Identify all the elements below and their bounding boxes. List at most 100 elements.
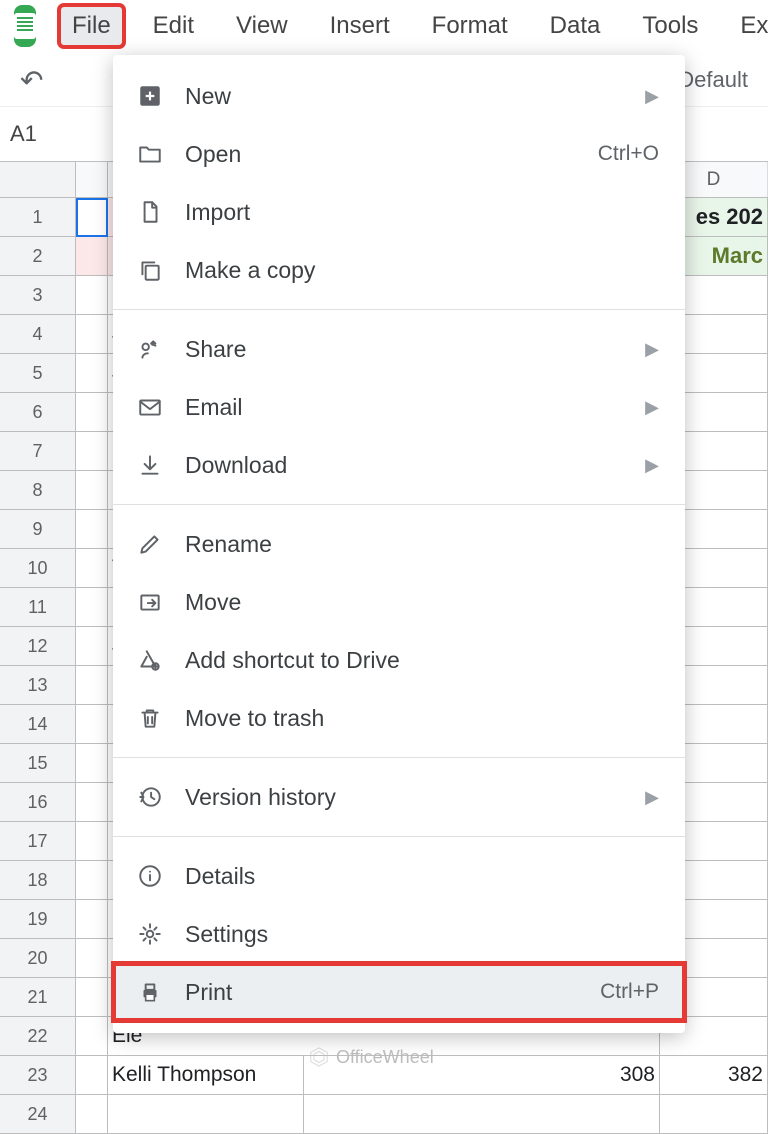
row-header[interactable]: 13 xyxy=(0,666,76,705)
menu-item-share[interactable]: Share▶ xyxy=(113,320,685,378)
row-header[interactable]: 15 xyxy=(0,744,76,783)
cell[interactable] xyxy=(76,978,108,1017)
cell[interactable] xyxy=(76,432,108,471)
cell[interactable] xyxy=(660,1095,768,1134)
menu-item-rename[interactable]: Rename xyxy=(113,515,685,573)
row-header[interactable]: 14 xyxy=(0,705,76,744)
drive-icon xyxy=(135,645,165,675)
cell[interactable] xyxy=(76,705,108,744)
cell[interactable] xyxy=(304,1095,660,1134)
menu-item-label: Version history xyxy=(185,784,645,811)
cell[interactable] xyxy=(76,510,108,549)
menu-view[interactable]: View xyxy=(224,6,300,46)
cell[interactable] xyxy=(76,198,108,237)
row-header[interactable]: 5 xyxy=(0,354,76,393)
menu-item-email[interactable]: Email▶ xyxy=(113,378,685,436)
cell[interactable] xyxy=(76,354,108,393)
menu-edit[interactable]: Edit xyxy=(141,6,206,46)
row-header[interactable]: 6 xyxy=(0,393,76,432)
menu-item-label: Move to trash xyxy=(185,705,659,732)
menu-data[interactable]: Data xyxy=(538,6,613,46)
submenu-arrow-icon: ▶ xyxy=(645,339,659,360)
row-header[interactable]: 16 xyxy=(0,783,76,822)
cell[interactable] xyxy=(76,627,108,666)
row-header[interactable]: 2 xyxy=(0,237,76,276)
menu-item-print[interactable]: PrintCtrl+P xyxy=(113,963,685,1021)
menu-extens[interactable]: Extens xyxy=(728,6,768,46)
menu-item-label: Open xyxy=(185,141,598,168)
menu-divider xyxy=(113,836,685,837)
cell[interactable] xyxy=(76,783,108,822)
cell[interactable] xyxy=(108,1095,304,1134)
menu-divider xyxy=(113,504,685,505)
row-header[interactable]: 23 xyxy=(0,1056,76,1095)
cell[interactable] xyxy=(76,588,108,627)
cell[interactable] xyxy=(76,276,108,315)
copy-icon xyxy=(135,255,165,285)
menu-format[interactable]: Format xyxy=(420,6,520,46)
cell[interactable] xyxy=(76,744,108,783)
menu-item-label: Details xyxy=(185,863,659,890)
row-header[interactable]: 8 xyxy=(0,471,76,510)
cell[interactable] xyxy=(76,1056,108,1095)
cell[interactable] xyxy=(76,822,108,861)
row-header[interactable]: 12 xyxy=(0,627,76,666)
sheets-logo xyxy=(14,5,36,47)
row-header[interactable]: 1 xyxy=(0,198,76,237)
menu-item-details[interactable]: Details xyxy=(113,847,685,905)
menu-insert[interactable]: Insert xyxy=(318,6,402,46)
menu-item-import[interactable]: Import xyxy=(113,183,685,241)
row-header[interactable]: 10 xyxy=(0,549,76,588)
row-header[interactable]: 3 xyxy=(0,276,76,315)
menu-file[interactable]: File xyxy=(60,6,123,46)
menu-item-label: Make a copy xyxy=(185,257,659,284)
row-header[interactable]: 4 xyxy=(0,315,76,354)
cell[interactable] xyxy=(76,549,108,588)
menu-item-label: Settings xyxy=(185,921,659,948)
folder-icon xyxy=(135,139,165,169)
row-header[interactable]: 7 xyxy=(0,432,76,471)
table-row: 24 xyxy=(0,1095,768,1134)
row-header[interactable]: 22 xyxy=(0,1017,76,1056)
font-default-label[interactable]: Default xyxy=(678,67,748,93)
undo-button[interactable]: ↶ xyxy=(20,64,43,97)
menu-item-label: Import xyxy=(185,199,659,226)
row-header[interactable]: 17 xyxy=(0,822,76,861)
cell[interactable]: 382 xyxy=(660,1056,768,1095)
cell[interactable] xyxy=(76,471,108,510)
cell[interactable] xyxy=(76,900,108,939)
row-header[interactable]: 19 xyxy=(0,900,76,939)
name-box[interactable]: A1 xyxy=(10,121,80,147)
menu-item-move[interactable]: Move xyxy=(113,573,685,631)
row-header[interactable]: 18 xyxy=(0,861,76,900)
menu-item-new[interactable]: New▶ xyxy=(113,67,685,125)
cell[interactable] xyxy=(76,939,108,978)
cell[interactable] xyxy=(76,666,108,705)
menu-item-settings[interactable]: Settings xyxy=(113,905,685,963)
menu-item-label: Print xyxy=(185,979,600,1006)
download-icon xyxy=(135,450,165,480)
row-header[interactable]: 11 xyxy=(0,588,76,627)
cell[interactable]: Kelli Thompson xyxy=(108,1056,304,1095)
cell[interactable] xyxy=(76,1017,108,1056)
cell[interactable] xyxy=(76,393,108,432)
row-header[interactable]: 9 xyxy=(0,510,76,549)
menu-item-add-shortcut-to-drive[interactable]: Add shortcut to Drive xyxy=(113,631,685,689)
cell[interactable] xyxy=(76,237,108,276)
menu-item-label: Move xyxy=(185,589,659,616)
menu-item-version-history[interactable]: Version history▶ xyxy=(113,768,685,826)
menu-item-make-a-copy[interactable]: Make a copy xyxy=(113,241,685,299)
cell[interactable] xyxy=(76,1095,108,1134)
move-icon xyxy=(135,587,165,617)
row-header[interactable]: 20 xyxy=(0,939,76,978)
col-header-a[interactable] xyxy=(76,162,108,197)
row-header[interactable]: 24 xyxy=(0,1095,76,1134)
menu-tools[interactable]: Tools xyxy=(630,6,710,46)
cell[interactable] xyxy=(76,861,108,900)
cell[interactable] xyxy=(76,315,108,354)
select-all-corner[interactable] xyxy=(0,162,76,198)
menu-item-download[interactable]: Download▶ xyxy=(113,436,685,494)
menu-item-move-to-trash[interactable]: Move to trash xyxy=(113,689,685,747)
row-header[interactable]: 21 xyxy=(0,978,76,1017)
menu-item-open[interactable]: OpenCtrl+O xyxy=(113,125,685,183)
